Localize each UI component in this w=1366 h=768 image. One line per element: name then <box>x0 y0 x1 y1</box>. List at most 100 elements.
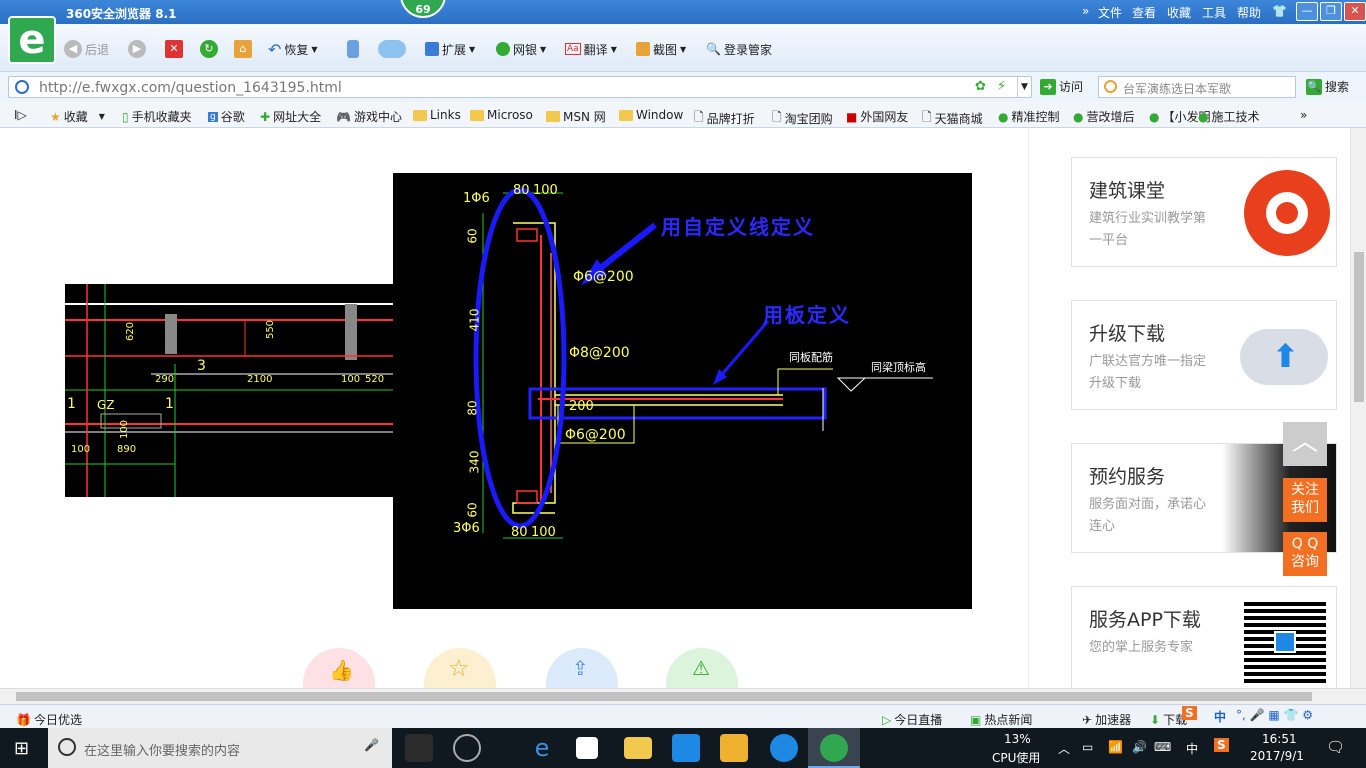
shirt-icon[interactable]: 👕 <box>1272 4 1287 18</box>
menu-help[interactable]: 帮助 <box>1237 4 1261 21</box>
sogou-ime-icon[interactable]: S <box>1182 706 1197 720</box>
extend-button[interactable]: 扩展 ▼ <box>425 38 475 60</box>
fav-item[interactable]: Links <box>413 108 461 122</box>
fav-item[interactable]: Microso <box>470 108 533 122</box>
favorite-button[interactable]: ☆ <box>424 648 496 688</box>
glodon-app-icon[interactable] <box>770 734 798 762</box>
fav-item[interactable]: ● 营改增后 <box>1073 108 1135 125</box>
lightning-icon[interactable]: ⚡ <box>997 79 1006 94</box>
scroll-thumb[interactable] <box>16 692 1312 701</box>
fav-item[interactable]: 🗋 品牌打折 <box>694 108 755 129</box>
clock-date[interactable]: 2017/9/1 <box>1250 749 1304 763</box>
keyboard-icon[interactable]: ⌨ <box>1154 740 1171 754</box>
url-dropdown-icon[interactable]: ▼ <box>1017 77 1031 97</box>
refresh-button[interactable]: ↻ <box>200 38 218 60</box>
sidebar-card-app[interactable]: 服务APP下载 您的掌上服务专家 <box>1071 586 1337 688</box>
today-live[interactable]: ▷ 今日直播 <box>882 711 942 728</box>
scroll-thumb[interactable] <box>1354 252 1364 402</box>
url-field[interactable]: http://e.fwxgx.com/question_1643195.html… <box>8 76 1032 98</box>
star-icon: ☆ <box>448 654 470 682</box>
forward-button[interactable]: ▶ <box>128 38 146 60</box>
screenshot-button[interactable]: 截图 ▼ <box>636 38 686 60</box>
phone-icon <box>347 40 359 58</box>
sogou-tray-icon[interactable]: S <box>1214 738 1229 752</box>
app-icon[interactable] <box>672 734 700 762</box>
url-text: http://e.fwxgx.com/question_1643195.html <box>39 80 342 96</box>
chevron-icon[interactable]: » <box>1082 4 1089 18</box>
microphone-icon[interactable]: 🎤 <box>364 738 379 752</box>
close-button[interactable]: ✕ <box>1344 2 1366 21</box>
menu-file[interactable]: 文件 <box>1098 4 1122 21</box>
search-input[interactable]: 台军演练选日本军歌 <box>1098 76 1296 98</box>
ime-indicator[interactable]: 中 <box>1186 740 1198 757</box>
back-to-top-button[interactable]: ︿ <box>1283 422 1327 466</box>
stop-button[interactable]: ✕ <box>165 38 183 60</box>
menu-tools[interactable]: 工具 <box>1202 4 1226 21</box>
bank-button[interactable]: 网银 ▼ <box>496 38 546 60</box>
chat-icon: ● <box>998 109 1009 124</box>
fav-item[interactable]: 🎮 游戏中心 <box>336 108 402 125</box>
back-button[interactable]: ◀ 后退 <box>64 38 109 60</box>
phone-button[interactable] <box>347 38 359 60</box>
follow-us-button[interactable]: 关注我们 <box>1283 478 1327 522</box>
fav-item[interactable]: ✚ 网址大全 <box>260 108 321 125</box>
fav-item[interactable]: ★ 收藏 ▼ <box>50 108 105 125</box>
fav-item[interactable]: ● 精准控制 <box>998 108 1060 125</box>
tray-chevron-icon[interactable]: ︿ <box>1058 740 1070 757</box>
horizontal-scrollbar[interactable] <box>0 688 1366 704</box>
ad-filter-icon[interactable]: ✿ <box>975 79 986 94</box>
vertical-scrollbar[interactable] <box>1350 128 1366 688</box>
minimize-button[interactable]: — <box>1296 2 1318 21</box>
battery-icon[interactable]: ▭ <box>1082 740 1093 754</box>
store-icon[interactable] <box>576 737 598 759</box>
cad-label: Φ8@200 <box>569 345 630 361</box>
report-button[interactable]: ⚠ <box>666 648 738 688</box>
ime-tools-icon[interactable]: °, 🎤 ▦ 👕 ⚙ <box>1236 708 1313 722</box>
explorer-folder-icon[interactable] <box>624 737 652 759</box>
clock-time[interactable]: 16:51 <box>1262 732 1297 746</box>
go-button[interactable]: ➜ 访问 <box>1040 78 1083 95</box>
fav-item[interactable]: MSN 网 <box>546 108 606 125</box>
translate-button[interactable]: Aa 翻译 ▼ <box>565 38 617 60</box>
hot-news[interactable]: ▣ 热点新闻 <box>970 711 1032 728</box>
page-icon: 🗋 <box>922 110 932 124</box>
fav-item[interactable]: ■ 外国网友 <box>846 108 908 125</box>
fav-item[interactable]: ● 施工技术 <box>1198 108 1260 125</box>
ime-chinese[interactable]: 中 <box>1214 708 1226 725</box>
browser-task-active[interactable] <box>808 728 860 768</box>
accelerator[interactable]: ✈ 加速器 <box>1082 711 1131 728</box>
browser-logo-icon[interactable]: e <box>8 16 56 64</box>
notification-icon[interactable]: 🗨 <box>1326 738 1345 756</box>
notes-icon[interactable] <box>720 734 748 762</box>
restore-button[interactable]: ↶ 恢复 ▼ <box>268 38 318 60</box>
sidebar-card-download[interactable]: 升级下载 广联达官方唯一指定升级下载 ⬆ <box>1071 300 1337 410</box>
sidebar-toggle-icon[interactable]: I▷ <box>14 108 27 122</box>
fav-item[interactable]: Window <box>619 108 683 122</box>
like-button[interactable]: 👍 <box>303 648 375 688</box>
volume-icon[interactable]: 🔊 <box>1132 740 1147 754</box>
task-view-icon[interactable] <box>405 734 433 762</box>
fav-item[interactable]: 🗋 淘宝团购 <box>772 108 833 129</box>
login-manager-button[interactable]: 🔍 登录管家 <box>706 38 772 60</box>
edge-icon[interactable]: e <box>528 734 556 762</box>
home-button[interactable]: ⌂ <box>234 38 252 60</box>
cad-drawing-left: 620 550 290 3 2100 100 520 1 GZ 1 100 89… <box>65 284 393 497</box>
cloud-button[interactable] <box>378 38 406 60</box>
search-button[interactable]: 🔍 搜索 <box>1306 78 1349 95</box>
app-icon[interactable] <box>453 734 481 762</box>
windows-start-icon[interactable]: ⊞ <box>14 738 29 759</box>
fav-item[interactable]: ▯ 手机收藏夹 <box>122 108 192 125</box>
share-button[interactable]: ⇪ <box>546 648 618 688</box>
menu-favorites[interactable]: 收藏 <box>1167 4 1191 21</box>
qq-consult-button[interactable]: Q Q 咨询 <box>1283 532 1327 576</box>
maximize-button[interactable]: ❐ <box>1320 2 1342 21</box>
taskbar-search[interactable]: 在这里输入你要搜索的内容 🎤 <box>48 728 392 768</box>
fav-item[interactable]: g 谷歌 <box>208 108 245 125</box>
today-picks[interactable]: 🎁 今日优选 <box>16 711 82 728</box>
more-favorites-icon[interactable]: » <box>1300 108 1307 122</box>
fav-item[interactable]: 🗋 天猫商城 <box>922 108 983 129</box>
cad-label: 410 <box>467 308 482 332</box>
network-icon[interactable]: 📶 <box>1108 740 1123 754</box>
sidebar-card-course[interactable]: 建筑课堂 建筑行业实训教学第一平台 <box>1071 157 1337 267</box>
menu-view[interactable]: 查看 <box>1132 4 1156 21</box>
